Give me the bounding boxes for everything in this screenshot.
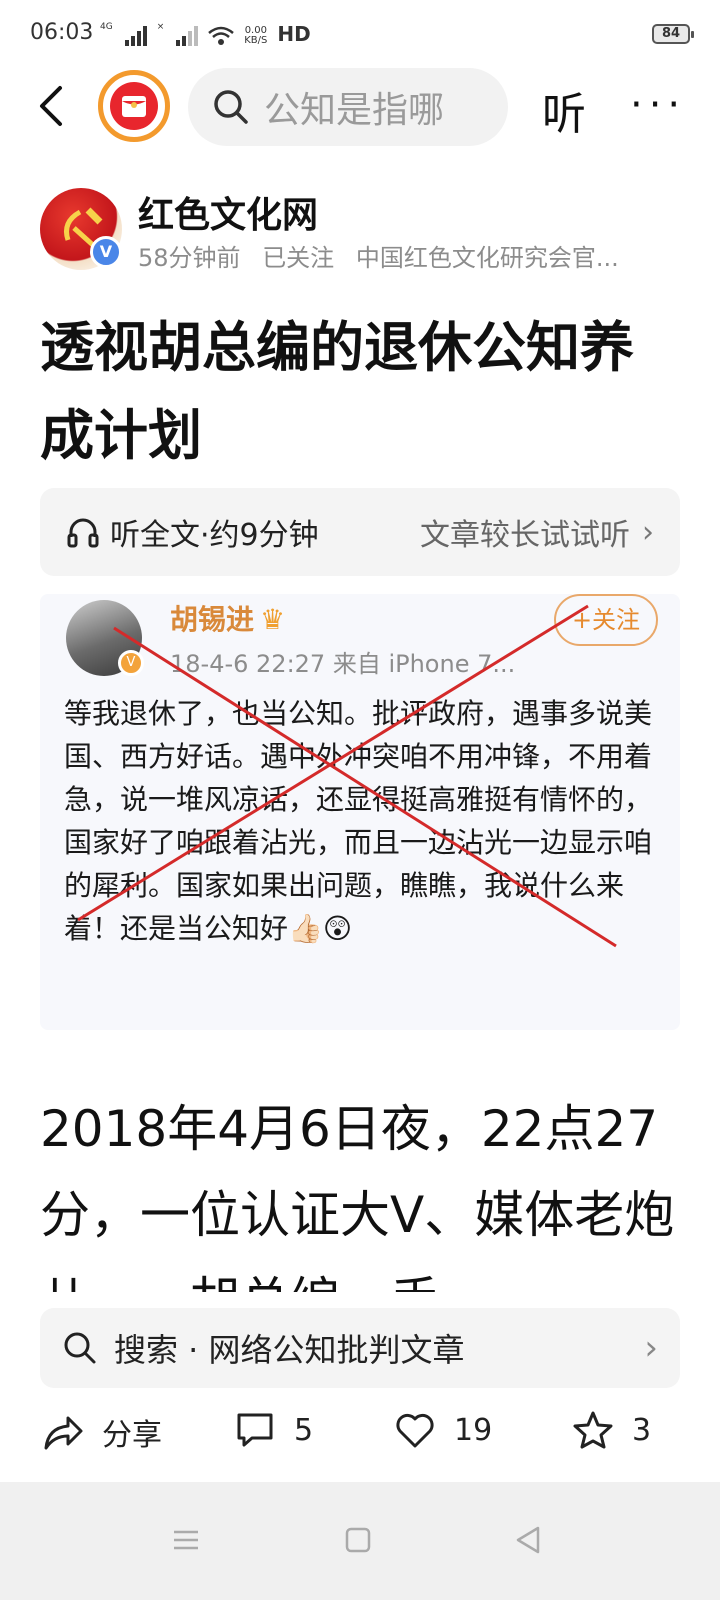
status-icons: 4G × 0.00 KB/S HD [100, 22, 311, 46]
author-description: 中国红色文化研究会官... [355, 244, 619, 272]
battery-icon: 84 [652, 24, 694, 44]
article-title: 透视胡总编的退休公知养成计划 [40, 316, 634, 467]
embedded-post-image[interactable]: V 胡锡进 ♛ 18-4-6 22:27 来自 iPhone 7... +关注 等… [40, 594, 680, 1030]
listen-suggestion[interactable]: 文章较长试试听 › [420, 510, 654, 554]
comment-button[interactable]: 5 [234, 1410, 313, 1450]
search-input[interactable]: 公知是指哪 [188, 68, 508, 146]
signal-icon [124, 26, 147, 46]
chevron-right-icon: › [644, 1328, 658, 1368]
share-button[interactable]: 分享 [42, 1410, 162, 1454]
system-nav-bar [0, 1482, 720, 1600]
network-type-label-2: × [156, 22, 165, 32]
listen-button[interactable]: 听 [542, 78, 586, 142]
post-time: 58分钟前 [138, 244, 241, 272]
network-type-label: 4G [100, 22, 113, 32]
home-icon[interactable] [338, 1520, 378, 1560]
chevron-right-icon: › [642, 514, 654, 550]
back-icon[interactable] [32, 84, 72, 128]
red-envelope-icon [110, 82, 158, 130]
listen-full-bar[interactable]: 听全文·约9分钟 文章较长试试听 › [40, 488, 680, 576]
follow-status[interactable]: 已关注 [262, 244, 334, 272]
share-icon [44, 1416, 83, 1450]
like-button[interactable]: 19 [394, 1410, 492, 1450]
back-triangle-icon[interactable] [508, 1520, 548, 1560]
heart-icon [396, 1413, 434, 1448]
status-bar: 06:03 4G × 0.00 KB/S HD 84 [0, 0, 720, 64]
top-nav: 公知是指哪 听 ··· [0, 64, 720, 148]
more-button[interactable]: ··· [630, 82, 686, 128]
hd-icon: HD [277, 22, 311, 46]
verified-badge-icon: V [90, 236, 122, 268]
status-time: 06:03 [30, 20, 94, 45]
search-placeholder: 公知是指哪 [264, 90, 445, 131]
search-icon [214, 90, 248, 124]
signal-icon-2 [176, 26, 199, 46]
network-speed: 0.00 KB/S [244, 25, 268, 46]
star-icon [573, 1411, 613, 1449]
related-search-bar[interactable]: 搜索 · 网络公知批判文章 › [40, 1308, 680, 1388]
article-body: 2018年4月6日夜，22点27分，一位认证大V、媒体老炮儿——胡总编，手 [40, 1100, 675, 1292]
search-icon [64, 1332, 96, 1364]
red-cross-mark [77, 604, 617, 948]
favorite-button[interactable]: 3 [572, 1410, 651, 1450]
action-bar: 分享 5 19 3 [0, 1392, 720, 1476]
author-name[interactable]: 红色文化网 [138, 186, 318, 238]
listen-full-label: 听全文·约9分钟 [66, 510, 319, 554]
headphones-icon [67, 518, 99, 548]
menu-icon[interactable] [166, 1520, 206, 1560]
author-meta: 58分钟前 已关注 中国红色文化研究会官... [138, 238, 633, 273]
red-envelope-button[interactable] [98, 70, 170, 142]
wifi-icon [208, 26, 235, 45]
related-search-label: 搜索 · 网络公知批判文章 [114, 1331, 465, 1369]
comment-icon [237, 1413, 273, 1447]
